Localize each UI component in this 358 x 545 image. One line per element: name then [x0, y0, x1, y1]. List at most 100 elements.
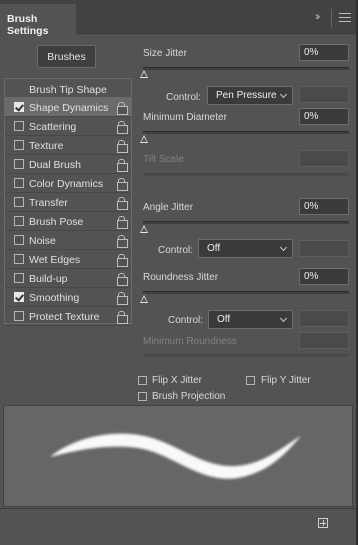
lock-icon[interactable] — [117, 311, 128, 324]
angle-control-extra-field — [299, 240, 349, 257]
tip-list-item-label: Transfer — [29, 197, 68, 209]
tip-list-item-label: Dual Brush — [29, 159, 81, 171]
angle-jitter-slider[interactable] — [143, 221, 349, 224]
tilt-scale-slider — [143, 173, 349, 176]
min-diameter-thumb[interactable] — [140, 135, 148, 143]
brush-tip-list: Brush Tip Shape Shape Dynamics Scattering… — [4, 78, 132, 326]
titlebar-divider — [331, 9, 332, 27]
tip-list-item[interactable]: Texture — [5, 136, 131, 155]
size-control-label: Control: — [166, 92, 202, 103]
tip-list-item-label: Color Dynamics — [29, 178, 104, 190]
roundness-control-select[interactable]: Off — [208, 310, 293, 329]
size-jitter-label: Size Jitter — [143, 48, 187, 59]
lock-icon[interactable] — [117, 216, 128, 229]
angle-jitter-label: Angle Jitter — [143, 202, 194, 213]
tab-brush-settings[interactable]: Brush Settings — [0, 4, 76, 37]
option-checkbox[interactable] — [14, 159, 24, 169]
panel-footer — [0, 508, 358, 545]
tip-list-item-label: Smoothing — [29, 292, 80, 304]
brush-projection-label: Brush Projection — [152, 391, 226, 402]
option-checkbox[interactable] — [14, 102, 24, 112]
roundness-control-label: Control: — [168, 315, 204, 326]
flip-x-label: Flip X Jitter — [152, 375, 203, 386]
tilt-scale-field — [299, 150, 349, 167]
angle-control-label: Control: — [158, 245, 194, 256]
tip-list-item[interactable]: Protect Texture — [5, 307, 131, 326]
tip-list-item[interactable]: Scattering — [5, 117, 131, 136]
min-roundness-slider — [143, 354, 349, 357]
tip-list-item[interactable]: Wet Edges — [5, 250, 131, 269]
option-checkbox[interactable] — [14, 178, 24, 188]
tip-list-item-label: Wet Edges — [29, 254, 81, 266]
stroke-preview — [3, 405, 353, 507]
lock-icon[interactable] — [117, 235, 128, 248]
option-checkbox[interactable] — [14, 292, 24, 302]
tilt-scale-label: Tilt Scale — [143, 154, 184, 165]
option-checkbox[interactable] — [14, 311, 24, 321]
panel-titlebar: Brush Settings ›› — [0, 0, 358, 37]
min-diameter-slider[interactable] — [143, 131, 349, 134]
size-jitter-slider[interactable] — [143, 67, 349, 70]
roundness-jitter-thumb[interactable] — [140, 295, 148, 303]
lock-icon[interactable] — [117, 292, 128, 305]
chevron-down-icon — [279, 243, 288, 252]
option-checkbox[interactable] — [14, 216, 24, 226]
roundness-control-value: Off — [217, 314, 231, 325]
create-new-brush-icon[interactable] — [318, 518, 328, 528]
option-checkbox[interactable] — [14, 235, 24, 245]
brush-stroke — [50, 433, 301, 479]
tip-list-item[interactable]: Shape Dynamics — [5, 98, 131, 117]
lock-icon[interactable] — [117, 159, 128, 172]
lock-icon[interactable] — [117, 140, 128, 153]
tip-list-item[interactable]: Brush Pose — [5, 212, 131, 231]
option-checkbox[interactable] — [14, 273, 24, 283]
tip-list-items: Shape Dynamics Scattering Texture Dual Brus… — [5, 98, 131, 326]
lock-icon[interactable] — [117, 273, 128, 286]
angle-jitter-thumb[interactable] — [140, 225, 148, 233]
lock-icon[interactable] — [117, 178, 128, 191]
angle-jitter-field[interactable]: 0% — [299, 198, 349, 215]
option-checkbox[interactable] — [14, 197, 24, 207]
double-chevron-right-icon[interactable]: ›› — [315, 11, 321, 23]
brush-stroke-preview-graphic — [50, 433, 301, 479]
lock-icon[interactable] — [117, 121, 128, 134]
roundness-jitter-slider[interactable] — [143, 291, 349, 294]
brushes-button[interactable]: Brushes — [37, 45, 96, 68]
flip-x-checkbox[interactable] — [138, 376, 147, 385]
option-checkbox[interactable] — [14, 254, 24, 264]
size-control-extra-field — [299, 86, 349, 103]
flip-y-checkbox[interactable] — [246, 376, 255, 385]
tip-list-item-label: Noise — [29, 235, 56, 247]
tip-list-item-label: Texture — [29, 140, 64, 152]
roundness-jitter-field[interactable]: 0% — [299, 268, 349, 285]
roundness-control-extra-field — [299, 310, 349, 327]
tip-list-item[interactable]: Dual Brush — [5, 155, 131, 174]
roundness-jitter-label: Roundness Jitter — [143, 272, 219, 283]
size-jitter-thumb[interactable] — [140, 70, 148, 78]
min-roundness-field — [299, 332, 349, 349]
lock-icon[interactable] — [117, 197, 128, 210]
tip-list-item[interactable]: Color Dynamics — [5, 174, 131, 193]
tip-list-item[interactable]: Noise — [5, 231, 131, 250]
brush-projection-checkbox[interactable] — [138, 392, 147, 401]
tip-list-item[interactable]: Smoothing — [5, 288, 131, 307]
angle-control-select[interactable]: Off — [198, 239, 293, 258]
lock-icon[interactable] — [117, 254, 128, 267]
tip-list-item[interactable]: Transfer — [5, 193, 131, 212]
size-control-select[interactable]: Pen Pressure — [207, 86, 293, 105]
chevron-down-icon — [279, 314, 288, 323]
brush-tip-shape-header[interactable]: Brush Tip Shape — [5, 79, 131, 98]
chevron-down-icon — [279, 90, 288, 99]
tip-list-item-label: Shape Dynamics — [29, 102, 109, 114]
angle-control-value: Off — [207, 243, 221, 254]
option-checkbox[interactable] — [14, 140, 24, 150]
tip-list-item-label: Build-up — [29, 273, 68, 285]
lock-icon[interactable] — [117, 102, 128, 115]
min-diameter-label: Minimum Diameter — [143, 112, 227, 123]
hamburger-menu-icon[interactable] — [339, 13, 351, 22]
min-roundness-label: Minimum Roundness — [143, 336, 237, 347]
min-diameter-field[interactable]: 0% — [299, 108, 349, 125]
size-jitter-field[interactable]: 0% — [299, 44, 349, 61]
tip-list-item[interactable]: Build-up — [5, 269, 131, 288]
option-checkbox[interactable] — [14, 121, 24, 131]
